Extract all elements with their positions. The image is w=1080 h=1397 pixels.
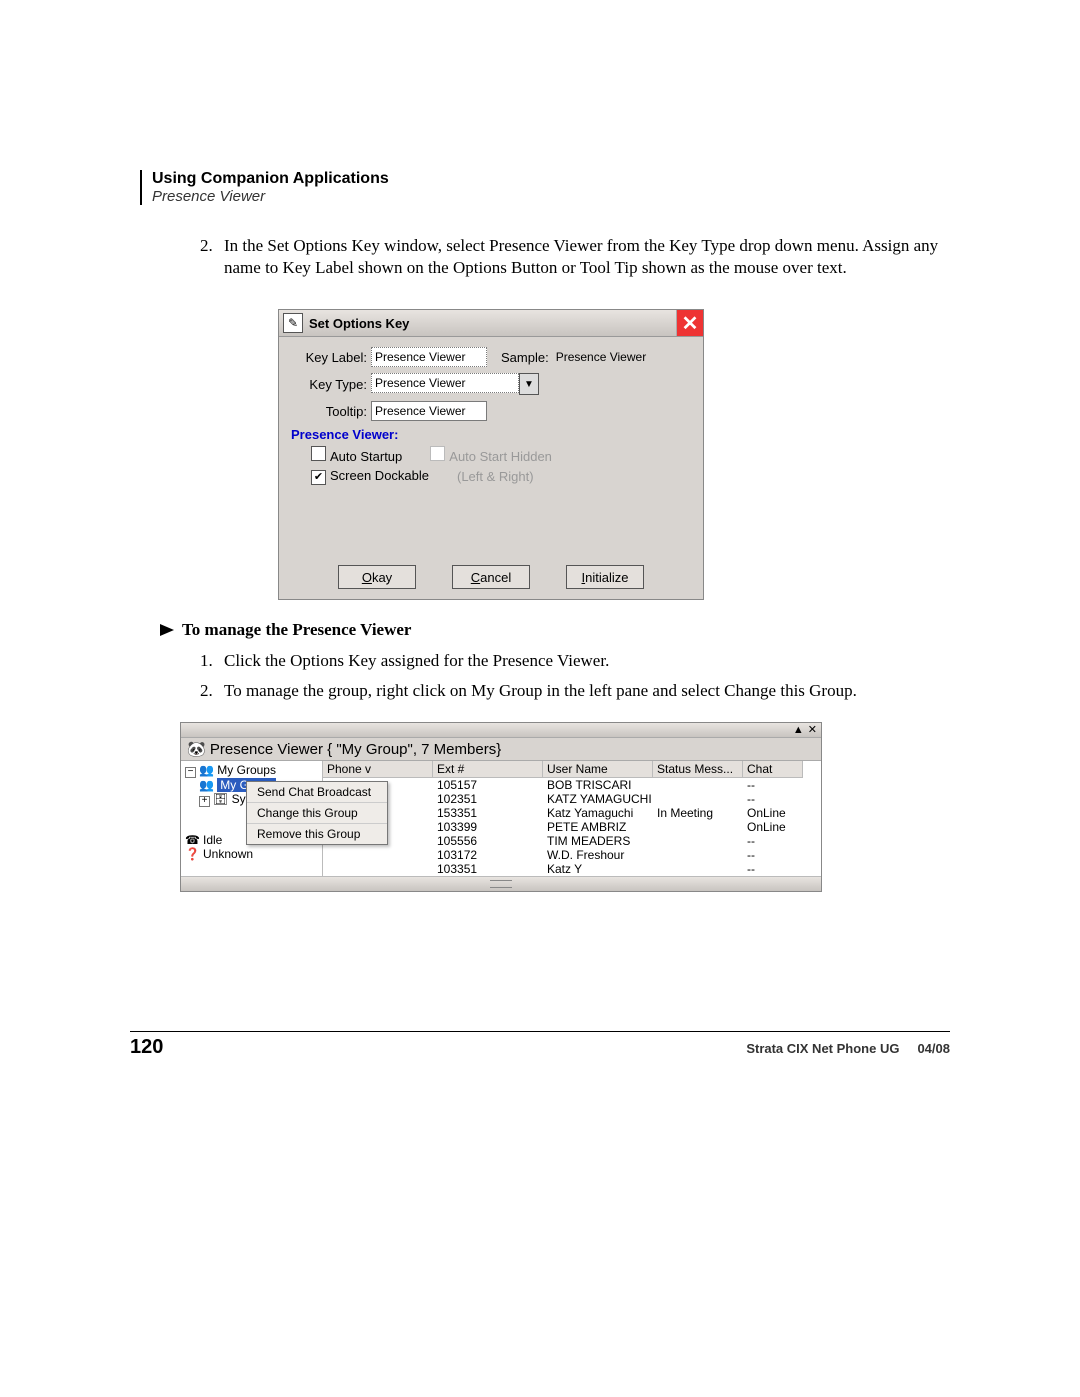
dialog-icon: ✎ bbox=[283, 313, 303, 333]
page-footer: 120 Strata CIX Net Phone UG04/08 bbox=[130, 1036, 950, 1059]
grip-icon[interactable] bbox=[490, 880, 512, 888]
tooltip-label: Tooltip: bbox=[293, 404, 371, 419]
tooltip-input[interactable]: Presence Viewer bbox=[371, 401, 487, 421]
chapter-title: Using Companion Applications bbox=[152, 170, 950, 188]
key-label-label: Key Label: bbox=[293, 350, 371, 365]
section-title: Presence Viewer bbox=[152, 188, 950, 205]
okay-button[interactable]: Okay bbox=[338, 565, 416, 589]
members-table: Phone v Ext # User Name Status Mess... C… bbox=[323, 761, 821, 876]
presence-viewer-window: ▲ ✕ 🐼 Presence Viewer { "My Group", 7 Me… bbox=[180, 722, 822, 892]
chevron-down-icon[interactable]: ▼ bbox=[519, 373, 539, 395]
dialog-titlebar[interactable]: ✎ Set Options Key ✕ bbox=[279, 310, 703, 337]
task-heading: To manage the Presence Viewer bbox=[160, 620, 950, 640]
presence-viewer-section: Presence Viewer: bbox=[291, 427, 689, 442]
screen-dockable-checkbox[interactable]: ✔Screen Dockable bbox=[311, 468, 429, 485]
key-label-input[interactable]: Presence Viewer bbox=[371, 347, 487, 367]
cancel-button[interactable]: Cancel bbox=[452, 565, 530, 589]
table-row[interactable]: 103172 bbox=[433, 848, 543, 862]
col-user[interactable]: User Name bbox=[543, 761, 653, 778]
task-step: 1. Click the Options Key assigned for th… bbox=[200, 650, 950, 672]
table-row[interactable]: 103351 bbox=[433, 862, 543, 876]
arrow-icon bbox=[160, 624, 174, 636]
phone-icon: ☎ bbox=[185, 833, 199, 847]
key-type-combo[interactable]: Presence Viewer ▼ bbox=[371, 373, 539, 395]
intro-step: 2. In the Set Options Key window, select… bbox=[200, 235, 950, 279]
close-icon[interactable]: ✕ bbox=[808, 725, 817, 736]
task-step: 2. To manage the group, right click on M… bbox=[200, 680, 950, 702]
col-ext[interactable]: Ext # bbox=[433, 761, 543, 778]
table-row[interactable]: 102351 bbox=[433, 792, 543, 806]
table-row[interactable]: 103399 bbox=[433, 820, 543, 834]
step-text: Click the Options Key assigned for the P… bbox=[224, 650, 950, 672]
initialize-button[interactable]: Initialize bbox=[566, 565, 644, 589]
step-number: 2. bbox=[200, 680, 224, 702]
step-number: 2. bbox=[200, 235, 224, 279]
pin-icon[interactable]: ▲ bbox=[793, 725, 804, 736]
col-phone[interactable]: Phone v bbox=[323, 761, 433, 778]
status-unknown: ❓Unknown bbox=[185, 847, 320, 861]
context-menu: Send Chat Broadcast Change this Group Re… bbox=[246, 781, 388, 845]
screen-dockable-hint: (Left & Right) bbox=[457, 469, 534, 484]
col-chat[interactable]: Chat bbox=[743, 761, 803, 778]
sample-value: Presence Viewer bbox=[553, 348, 659, 366]
footer-rule bbox=[130, 1031, 950, 1032]
doc-title: Strata CIX Net Phone UG04/08 bbox=[746, 1041, 950, 1056]
key-type-label: Key Type: bbox=[293, 377, 371, 392]
menu-remove-this-group[interactable]: Remove this Group bbox=[247, 824, 387, 844]
menu-send-chat-broadcast[interactable]: Send Chat Broadcast bbox=[247, 782, 387, 803]
page-number: 120 bbox=[130, 1036, 163, 1059]
tree-root[interactable]: −👥 My Groups bbox=[185, 763, 320, 778]
groups-tree[interactable]: −👥 My Groups 👥 My Group +🗄 System Send C… bbox=[181, 761, 323, 876]
set-options-key-dialog: ✎ Set Options Key ✕ Key Label: Presence … bbox=[278, 309, 704, 600]
dialog-title: Set Options Key bbox=[309, 316, 676, 331]
step-text: In the Set Options Key window, select Pr… bbox=[224, 235, 950, 279]
pv-app-icon: 🐼 bbox=[187, 741, 206, 758]
auto-startup-checkbox[interactable]: Auto Startup bbox=[311, 446, 402, 464]
table-row[interactable]: 105556 bbox=[433, 834, 543, 848]
menu-change-this-group[interactable]: Change this Group bbox=[247, 803, 387, 824]
table-row[interactable]: 105157 bbox=[433, 778, 543, 792]
close-icon[interactable]: ✕ bbox=[676, 310, 703, 336]
window-bottom-bar bbox=[181, 876, 821, 891]
page-header: Using Companion Applications Presence Vi… bbox=[140, 170, 950, 205]
col-status[interactable]: Status Mess... bbox=[653, 761, 743, 778]
step-number: 1. bbox=[200, 650, 224, 672]
sample-label: Sample: bbox=[501, 350, 549, 365]
table-row[interactable]: 153351 bbox=[433, 806, 543, 820]
auto-start-hidden-checkbox: Auto Start Hidden bbox=[430, 446, 552, 464]
unknown-icon: ❓ bbox=[185, 847, 199, 861]
step-text: To manage the group, right click on My G… bbox=[224, 680, 950, 702]
window-chrome: ▲ ✕ bbox=[181, 723, 821, 738]
pv-title: 🐼 Presence Viewer { "My Group", 7 Member… bbox=[181, 738, 821, 760]
key-type-value: Presence Viewer bbox=[371, 373, 519, 393]
